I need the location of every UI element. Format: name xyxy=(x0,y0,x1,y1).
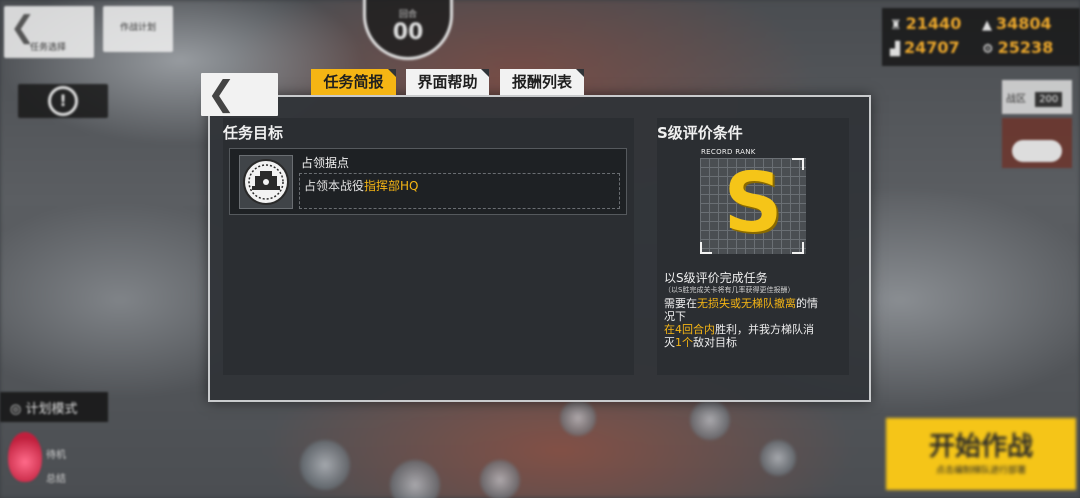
tab-reward-list[interactable]: 报酬列表 xyxy=(500,69,584,95)
map-node xyxy=(480,460,520,498)
chevron-left-icon: ❮ xyxy=(207,74,236,114)
s-rank-icon: S xyxy=(723,156,783,251)
ammo-icon: ▲ xyxy=(982,18,992,33)
status-label: 总结 xyxy=(46,474,66,485)
start-battle-button[interactable]: 开始作战 点击编制梯队进行部署 xyxy=(886,418,1076,490)
resource-parts: ⚙ 25238 xyxy=(982,38,1054,57)
tab-briefing[interactable]: 任务简报 xyxy=(311,69,396,95)
status-label: 待机 xyxy=(46,450,66,461)
info-button[interactable]: ! xyxy=(18,84,108,118)
rank-line-4: 在4回合内胜利，并我方梯队消 xyxy=(664,323,814,336)
return-button[interactable]: ❮ 任务选择 xyxy=(4,6,94,58)
map-node xyxy=(300,440,350,490)
auto-toggle[interactable] xyxy=(1002,118,1072,168)
map-node xyxy=(690,400,730,440)
rank-title: S级评价条件 xyxy=(657,124,743,142)
frame-corner xyxy=(792,158,804,170)
objective-desc: 占领本战役指挥部HQ xyxy=(304,179,419,193)
record-rank-label: RECORD RANK xyxy=(701,148,756,156)
resource-ration: ▟ 24707 xyxy=(890,38,960,57)
toggle-knob xyxy=(1012,140,1062,162)
ration-icon: ▟ xyxy=(890,42,900,57)
manpower-icon: ♜ xyxy=(890,18,902,33)
map-node xyxy=(560,400,596,436)
rank-line-3: 况下 xyxy=(664,310,686,323)
rank-note: （以S胜完成关卡将有几率获得更佳报酬） xyxy=(664,286,795,294)
map-node xyxy=(760,440,796,476)
fairy-icon[interactable] xyxy=(8,432,42,482)
modal-back-button[interactable]: ❮ xyxy=(201,73,278,116)
resource-panel: ♜ 21440 ▲ 34804 ▟ 24707 ⚙ 25238 xyxy=(882,8,1080,66)
objective-name: 占领据点 xyxy=(301,156,350,170)
battle-plan-button[interactable]: 作战计划 xyxy=(103,6,173,52)
plan-mode-icon: ◎ xyxy=(10,402,26,417)
sector-indicator: 战区 200 xyxy=(1002,80,1072,114)
rank-line-1: 以S级评价完成任务 xyxy=(664,271,768,285)
plan-mode-label[interactable]: ◎ 计划模式 xyxy=(0,392,108,422)
info-icon: ! xyxy=(48,86,78,116)
frame-corner xyxy=(792,242,804,254)
resource-manpower: ♜ 21440 xyxy=(890,14,962,33)
hq-icon xyxy=(239,155,293,209)
objectives-title: 任务目标 xyxy=(223,124,284,142)
frame-corner xyxy=(700,242,712,254)
parts-icon: ⚙ xyxy=(982,42,994,57)
tab-interface-help[interactable]: 界面帮助 xyxy=(406,69,489,95)
rank-line-2: 需要在无损失或无梯队撤离的情 xyxy=(664,297,818,310)
resource-ammo: ▲ 34804 xyxy=(982,14,1052,33)
rank-line-5: 灭1个敌对目标 xyxy=(664,336,737,349)
